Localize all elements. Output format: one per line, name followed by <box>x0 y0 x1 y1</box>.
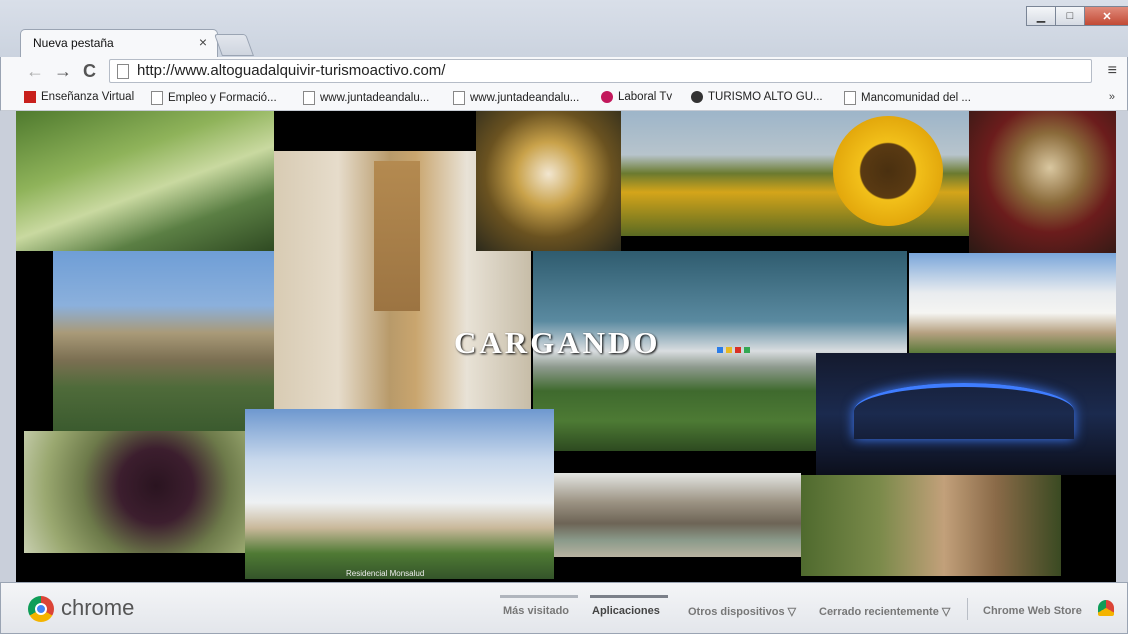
reload-icon[interactable]: C <box>83 61 96 81</box>
bookmark-mancomunidad[interactable]: Mancomunidad del ... <box>844 91 971 105</box>
loading-dot <box>744 347 750 353</box>
sunflower-photo-detail <box>833 116 943 226</box>
new-tab-footer: chrome Más visitado Aplicaciones Otros d… <box>0 582 1128 634</box>
bookmark-label: Mancomunidad del ... <box>861 92 971 104</box>
bookmark-junta-2[interactable]: www.juntadeandalu... <box>453 91 579 105</box>
bookmarks-overflow-icon[interactable]: » <box>1109 91 1115 103</box>
bookmark-ensenanza-virtual[interactable]: Enseñanza Virtual <box>24 91 134 103</box>
web-store-icon[interactable] <box>1098 600 1114 616</box>
title-bar: ▁ □ ✕ Nueva pestaña × <box>0 0 1128 57</box>
page-icon <box>117 64 129 79</box>
photo-tower <box>374 161 420 311</box>
photo-caption: Residencial Monsalud <box>346 569 425 578</box>
bookmark-label: TURISMO ALTO GU... <box>708 91 823 103</box>
photo-white-building <box>909 253 1116 353</box>
maximize-icon[interactable]: □ <box>1055 6 1085 26</box>
photo-monsalud <box>245 409 554 579</box>
chrome-wordmark: chrome <box>61 595 135 620</box>
tab-nueva-pestana[interactable]: Nueva pestaña × <box>20 29 218 57</box>
page-icon <box>844 91 856 105</box>
tab-indicator-active <box>590 595 668 598</box>
photo-lynx <box>801 475 1061 576</box>
loading-dot <box>717 347 723 353</box>
address-bar[interactable]: http://www.altoguadalquivir-turismoactiv… <box>109 59 1092 83</box>
loading-dot <box>726 347 732 353</box>
close-icon[interactable]: ✕ <box>1084 6 1128 26</box>
page-content: CARGANDO Residencial Monsalud <box>16 111 1116 582</box>
page-icon <box>453 91 465 105</box>
loading-text: CARGANDO <box>454 325 661 360</box>
divider <box>967 598 968 620</box>
photo-bridge <box>816 353 1116 475</box>
back-arrow-icon[interactable]: ← <box>26 61 44 81</box>
page-icon <box>303 91 315 105</box>
loading-dot <box>735 347 741 353</box>
bridge-arch-detail <box>854 383 1074 439</box>
photo-river <box>16 111 274 251</box>
laboral-tv-icon <box>601 91 613 103</box>
tab-title: Nueva pestaña <box>33 36 114 50</box>
bookmark-label: www.juntadeandalu... <box>470 92 580 104</box>
tab-close-icon[interactable]: × <box>199 34 207 50</box>
chrome-logo-icon <box>28 596 54 622</box>
nav-aplicaciones[interactable]: Aplicaciones <box>592 605 660 617</box>
bookmark-label: Empleo y Formació... <box>168 92 277 104</box>
bookmark-label: Enseñanza Virtual <box>41 91 135 103</box>
browser-toolbar: ← → C http://www.altoguadalquivir-turism… <box>0 57 1128 87</box>
bookmark-empleo[interactable]: Empleo y Formació... <box>151 91 277 105</box>
nav-cerrado-recientemente[interactable]: Cerrado recientemente ▽ <box>819 605 950 618</box>
turismo-icon <box>691 91 703 103</box>
bookmark-turismo[interactable]: TURISMO ALTO GU... <box>691 91 823 103</box>
minimize-icon[interactable]: ▁ <box>1026 6 1056 26</box>
photo-roman-bridge <box>554 473 801 557</box>
nav-chrome-web-store[interactable]: Chrome Web Store <box>983 605 1082 617</box>
menu-icon[interactable]: ≡ <box>1108 62 1117 80</box>
bookmark-label: Laboral Tv <box>618 91 673 103</box>
photo-sunflowers <box>621 111 969 236</box>
loading-dots <box>717 347 750 353</box>
bookmarks-bar: Enseñanza Virtual Empleo y Formació... w… <box>0 87 1128 111</box>
page-icon <box>151 91 163 105</box>
photo-olives <box>24 431 264 553</box>
nav-otros-dispositivos[interactable]: Otros dispositivos ▽ <box>688 605 796 618</box>
bookmark-laboral-tv[interactable]: Laboral Tv <box>601 91 672 103</box>
forward-arrow-icon[interactable]: → <box>54 61 72 81</box>
window-controls: ▁ □ ✕ <box>1026 6 1128 28</box>
photo-jesus <box>969 111 1116 253</box>
red-square-icon <box>24 91 36 103</box>
tab-indicator <box>500 595 578 598</box>
bookmark-label: www.juntadeandalu... <box>320 92 430 104</box>
url-text[interactable]: http://www.altoguadalquivir-turismoactiv… <box>137 62 445 79</box>
photo-castle <box>53 251 275 433</box>
nav-mas-visitado[interactable]: Más visitado <box>503 605 569 617</box>
bookmark-junta-1[interactable]: www.juntadeandalu... <box>303 91 429 105</box>
new-tab-button[interactable] <box>213 34 255 56</box>
photo-virgin <box>476 111 621 251</box>
